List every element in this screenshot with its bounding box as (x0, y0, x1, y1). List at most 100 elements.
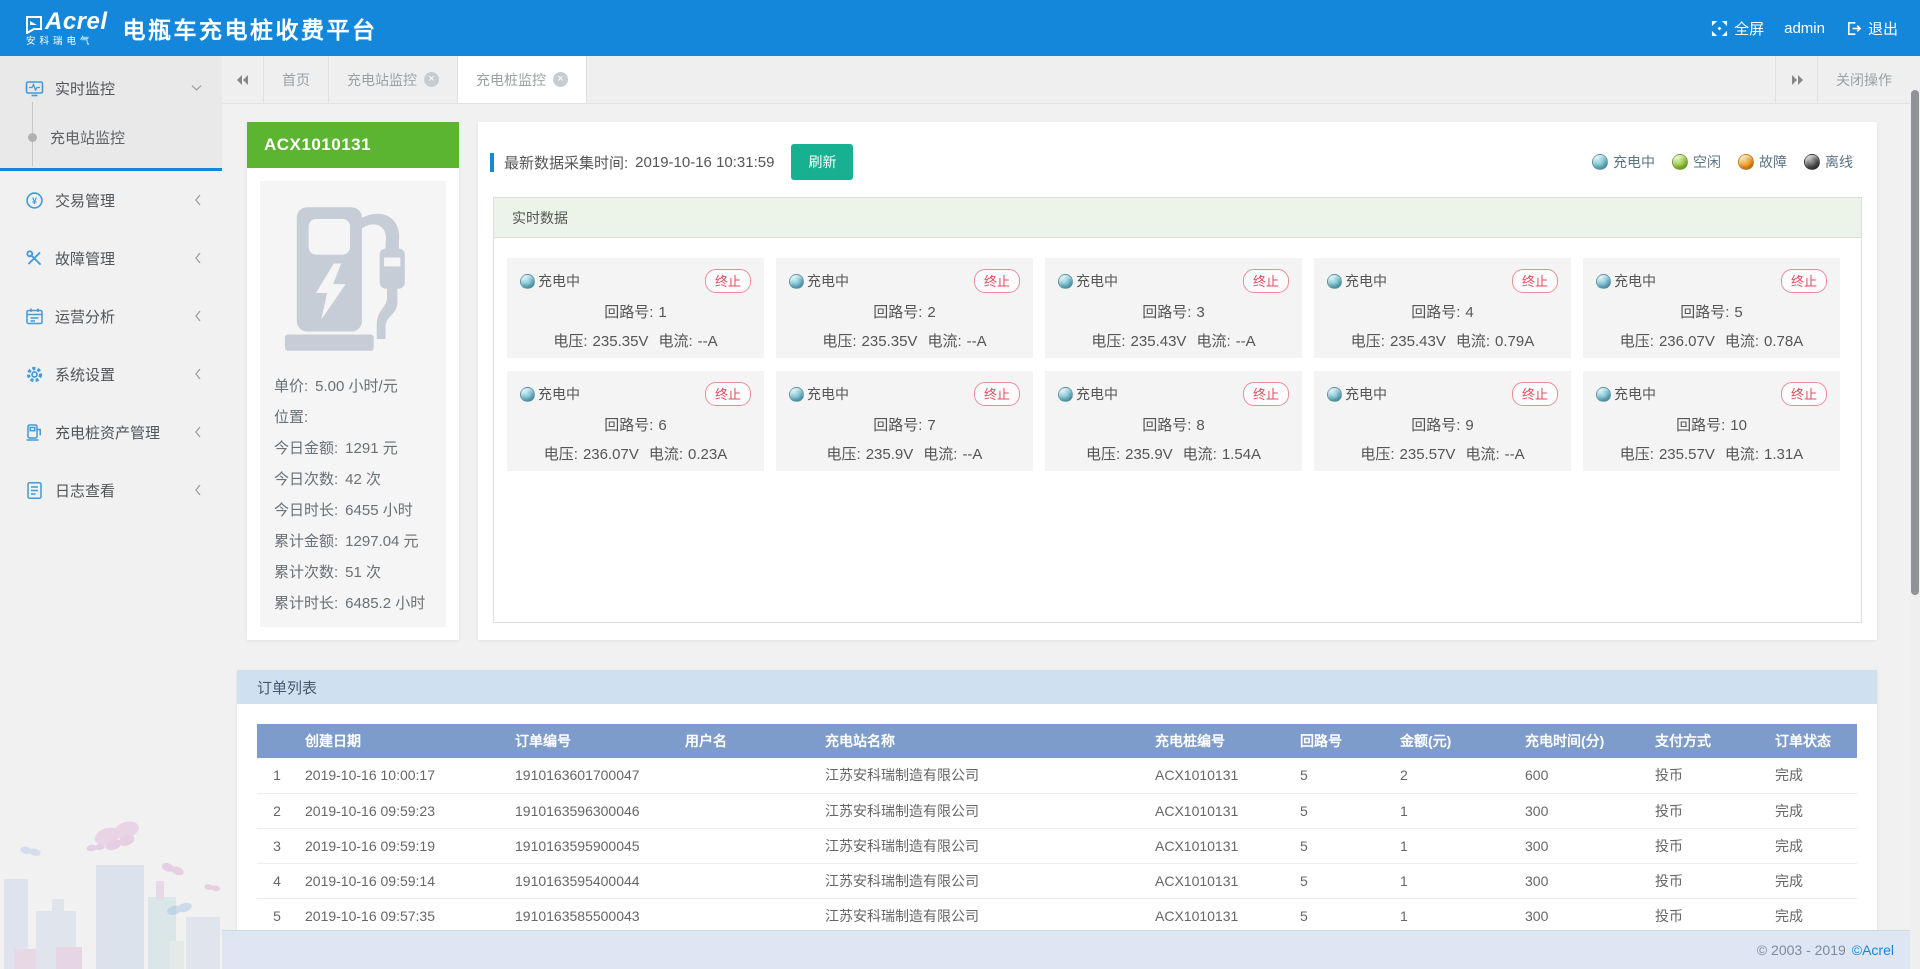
sidebar-item-label: 运营分析 (55, 306, 115, 327)
fullscreen-icon (1711, 20, 1728, 37)
sidebar-subitem-station-monitor[interactable]: 充电站监控 (0, 112, 222, 162)
chevron-left-icon (194, 484, 202, 496)
copyright-text: © 2003 - 2019 (1757, 942, 1846, 958)
terminate-button[interactable]: 终止 (1781, 269, 1827, 293)
circuit-readings: 电压:235.9V电流:--A (789, 443, 1020, 464)
orders-panel: 订单列表 创建日期 订单编号 用户名 充电站名称 (237, 670, 1877, 930)
tabs-scroll-left-button[interactable] (222, 56, 264, 103)
charging-status-dot (520, 274, 535, 289)
sidebar-item-label: 实时监控 (55, 78, 115, 99)
charging-status-dot (1058, 387, 1073, 402)
circuit-card-10: 充电中终止 回路号:10 电压:235.57V电流:1.31A (1583, 371, 1840, 471)
legend-offline: 离线 (1804, 152, 1853, 172)
scrollbar-thumb[interactable] (1911, 90, 1919, 595)
svg-text:¥: ¥ (32, 196, 37, 206)
charging-pile-large-icon (279, 201, 427, 357)
circuit-card-9: 充电中终止 回路号:9 电压:235.57V电流:--A (1314, 371, 1571, 471)
close-operations-button[interactable]: 关闭操作 (1817, 56, 1910, 103)
sidebar-item-label: 充电桩资产管理 (55, 422, 160, 443)
terminate-button[interactable]: 终止 (705, 382, 751, 406)
order-row-1: 12019-10-16 10:00:171910163601700047江苏安科… (257, 758, 1857, 793)
circuit-number: 回路号:8 (1058, 414, 1289, 435)
charging-status-dot (1596, 274, 1611, 289)
logout-button[interactable]: 退出 (1839, 14, 1904, 43)
circuit-number: 回路号:1 (520, 301, 751, 322)
tab-label: 充电站监控 (347, 70, 417, 90)
circuit-number: 回路号:2 (789, 301, 1020, 322)
tab-label: 首页 (282, 70, 310, 90)
sidebar: 实时监控 充电站监控 ¥ 交易管理 (0, 56, 222, 969)
legend-idle: 空闲 (1672, 152, 1721, 172)
terminate-button[interactable]: 终止 (1243, 382, 1289, 406)
circuit-card-8: 充电中终止 回路号:8 电压:235.9V电流:1.54A (1045, 371, 1302, 471)
offline-status-dot (1804, 154, 1820, 170)
sidebar-item-settings[interactable]: 系统设置 (0, 345, 222, 403)
station-summary-card: ACX1010131 单价:5.00 小时/元 位置 (247, 122, 459, 640)
terminate-button[interactable]: 终止 (974, 269, 1020, 293)
chevron-left-icon (194, 194, 202, 206)
acrel-logo: Acrel 安科瑞电气 (26, 10, 108, 47)
sidebar-subitem-label: 充电站监控 (50, 127, 125, 148)
sidebar-group-realtime: 实时监控 充电站监控 (0, 56, 222, 171)
order-row-2: 22019-10-16 09:59:231910163596300046江苏安科… (257, 793, 1857, 828)
orders-table-wrap: 创建日期 订单编号 用户名 充电站名称 充电桩编号 回路号 金额(元) 充电时间… (237, 704, 1877, 930)
sidebar-item-realtime-monitor[interactable]: 实时监控 (0, 64, 222, 112)
realtime-data-title: 实时数据 (494, 198, 1861, 238)
sidebar-item-analysis[interactable]: 运营分析 (0, 287, 222, 345)
brand-name: Acrel (45, 10, 108, 34)
orders-table: 创建日期 订单编号 用户名 充电站名称 充电桩编号 回路号 金额(元) 充电时间… (257, 724, 1857, 930)
sidebar-item-logs[interactable]: 日志查看 (0, 461, 222, 519)
tab-home[interactable]: 首页 (264, 56, 329, 103)
charging-status-dot (789, 274, 804, 289)
circuit-readings: 电压:235.35V电流:--A (520, 330, 751, 351)
sidebar-item-faults[interactable]: 故障管理 (0, 229, 222, 287)
tab-close-icon[interactable]: × (424, 72, 439, 87)
tabs-scroll-right-button[interactable] (1775, 56, 1817, 103)
chevron-down-icon (191, 84, 202, 92)
col-username: 用户名 (677, 724, 817, 758)
orders-header-row: 创建日期 订单编号 用户名 充电站名称 充电桩编号 回路号 金额(元) 充电时间… (257, 724, 1857, 758)
tab-close-icon[interactable]: × (553, 72, 568, 87)
fault-status-dot (1738, 154, 1754, 170)
monitor-icon (25, 79, 44, 98)
terminate-button[interactable]: 终止 (1512, 382, 1558, 406)
station-stats-list: 单价:5.00 小时/元 位置: 今日金额:1291 元 今日次数:42 次 今… (260, 363, 446, 619)
circuit-card-2: 充电中终止 回路号:2 电压:235.35V电流:--A (776, 258, 1033, 358)
terminate-button[interactable]: 终止 (974, 382, 1020, 406)
order-row-4: 42019-10-16 09:59:141910163595400044江苏安科… (257, 863, 1857, 898)
circuit-grid: 充电中终止 回路号:1 电压:235.35V电流:--A 充电中终止 回路号:2… (494, 238, 1861, 471)
terminate-button[interactable]: 终止 (1512, 269, 1558, 293)
sidebar-item-transactions[interactable]: ¥ 交易管理 (0, 171, 222, 229)
fullscreen-button[interactable]: 全屏 (1705, 14, 1770, 43)
legend-fault: 故障 (1738, 152, 1787, 172)
terminate-button[interactable]: 终止 (1781, 382, 1827, 406)
refresh-row: 最新数据采集时间: 2019-10-16 10:31:59 刷新 充电中 空闲 … (478, 122, 1877, 180)
circuit-card-1: 充电中终止 回路号:1 电压:235.35V电流:--A (507, 258, 764, 358)
circuit-card-7: 充电中终止 回路号:7 电压:235.9V电流:--A (776, 371, 1033, 471)
brand-subtitle: 安科瑞电气 (26, 37, 108, 47)
sidebar-item-label: 交易管理 (55, 190, 115, 211)
order-row-5: 52019-10-16 09:57:351910163585500043江苏安科… (257, 898, 1857, 930)
terminate-button[interactable]: 终止 (705, 269, 751, 293)
refresh-button[interactable]: 刷新 (791, 144, 853, 180)
terminate-button[interactable]: 终止 (1243, 269, 1289, 293)
sidebar-menu: ¥ 交易管理 故障管理 运营分析 (0, 171, 222, 519)
double-chevron-right-icon (1790, 74, 1804, 86)
tab-station-monitor[interactable]: 充电站监控 × (329, 56, 458, 103)
user-menu[interactable]: admin (1778, 16, 1831, 41)
logo-flag-icon (26, 16, 42, 34)
circuit-card-4: 充电中终止 回路号:4 电压:235.43V电流:0.79A (1314, 258, 1571, 358)
realtime-monitor-panel: 最新数据采集时间: 2019-10-16 10:31:59 刷新 充电中 空闲 … (478, 122, 1877, 640)
tab-pile-monitor[interactable]: 充电桩监控 × (458, 56, 587, 103)
top-header: Acrel 安科瑞电气 电瓶车充电桩收费平台 全屏 admin 退出 (0, 0, 1920, 56)
circuit-card-3: 充电中终止 回路号:3 电压:235.43V电流:--A (1045, 258, 1302, 358)
footer: © 2003 - 2019 ©Acrel (222, 930, 1920, 969)
circuit-readings: 电压:235.57V电流:--A (1327, 443, 1558, 464)
gear-icon (25, 365, 44, 384)
log-document-icon (25, 481, 44, 500)
charging-status-dot (1596, 387, 1611, 402)
footer-brand-link[interactable]: ©Acrel (1852, 942, 1894, 958)
circuit-readings: 电压:235.43V电流:0.79A (1327, 330, 1558, 351)
vertical-scrollbar[interactable] (1910, 56, 1920, 969)
sidebar-item-pile-assets[interactable]: 充电桩资产管理 (0, 403, 222, 461)
